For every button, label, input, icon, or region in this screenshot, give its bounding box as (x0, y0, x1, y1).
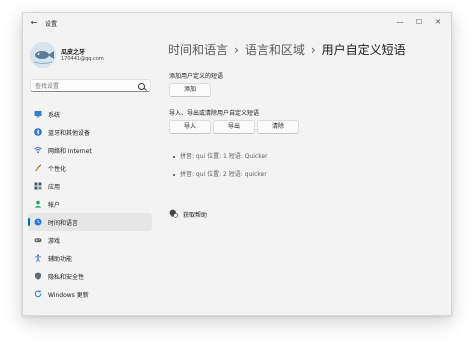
help-chat-icon (169, 209, 178, 218)
shield-icon (35, 272, 41, 280)
app-title: 设置 (45, 21, 58, 28)
add-phrase-section-title: 添加用户定义的短语 (169, 73, 224, 80)
wifi-icon (34, 147, 42, 154)
settings-window: ← 设置 — ☐ ✕ 瓜皮之牙 170441@qq.com 系统 蓝牙和其他设备 (22, 12, 452, 316)
sidebar-item-windows-update[interactable]: Windows 更新 (28, 285, 152, 303)
sidebar-item-label: 时间和语言 (48, 220, 79, 227)
sidebar-item-label: 隐私和安全性 (48, 274, 85, 281)
apps-icon (34, 182, 42, 190)
avatar[interactable] (30, 42, 56, 68)
phrase-list-item[interactable]: 拼音: qui 位置: 2 短语: quicker (173, 169, 267, 178)
brush-icon (35, 164, 42, 172)
search-icon[interactable] (138, 83, 145, 90)
sidebar-nav: 系统 蓝牙和其他设备 网络和 Internet 个性化 应用 帐户 时间和语言 (28, 105, 152, 303)
sidebar-item-label: 系统 (48, 112, 61, 119)
phrase-text: 拼音: qui 位置: 2 短语: quicker (180, 171, 267, 178)
minimize-button[interactable]: — (393, 16, 407, 28)
fish-avatar-icon (30, 42, 56, 68)
sidebar-item-accounts[interactable]: 帐户 (28, 195, 152, 213)
breadcrumb-separator: › (310, 43, 316, 57)
import-export-section-title: 导入、导出或清除用户自定义短语 (169, 110, 260, 117)
breadcrumb-separator: › (234, 43, 239, 57)
page-title: 用户自定义短语 (321, 43, 406, 57)
sidebar-item-time-language[interactable]: 时间和语言 (28, 213, 152, 231)
back-button[interactable]: ← (29, 18, 39, 28)
maximize-button[interactable]: ☐ (412, 16, 426, 28)
add-phrase-button[interactable]: 添加 (169, 83, 211, 97)
sidebar-item-apps[interactable]: 应用 (28, 177, 152, 195)
sidebar-item-label: 个性化 (48, 166, 67, 173)
sidebar-item-bluetooth[interactable]: 蓝牙和其他设备 (28, 123, 152, 141)
search-box[interactable] (30, 79, 151, 92)
user-name: 瓜皮之牙 (61, 49, 86, 56)
clear-button[interactable]: 清除 (257, 120, 299, 134)
sidebar-item-label: 网络和 Internet (48, 148, 92, 155)
breadcrumb-item-language-region[interactable]: 语言和区域 (245, 43, 305, 57)
sidebar-item-network[interactable]: 网络和 Internet (28, 141, 152, 159)
sidebar-item-label: Windows 更新 (48, 292, 89, 299)
accessibility-icon (35, 254, 41, 262)
close-button[interactable]: ✕ (431, 16, 445, 28)
update-icon (34, 290, 42, 298)
gamepad-icon (34, 238, 42, 243)
get-help-label: 获取帮助 (183, 212, 208, 219)
sidebar-item-label: 应用 (48, 184, 61, 191)
sidebar-item-label: 辅助功能 (48, 256, 73, 263)
search-input[interactable] (35, 82, 135, 90)
sidebar-item-gaming[interactable]: 游戏 (28, 231, 152, 249)
clock-globe-icon (34, 218, 42, 226)
sidebar-item-privacy[interactable]: 隐私和安全性 (28, 267, 152, 285)
sidebar-item-system[interactable]: 系统 (28, 105, 152, 123)
phrase-text: 拼音: qui 位置: 1 短语: Quicker (180, 153, 268, 160)
phrase-list-item[interactable]: 拼音: qui 位置: 1 短语: Quicker (173, 151, 268, 160)
title-bar: ← 设置 — ☐ ✕ (23, 13, 451, 33)
sidebar-item-accessibility[interactable]: 辅助功能 (28, 249, 152, 267)
export-button[interactable]: 导出 (213, 120, 255, 134)
import-button[interactable]: 导入 (169, 120, 211, 134)
breadcrumb: 时间和语言 › 语言和区域 › 用户自定义短语 (168, 41, 406, 58)
sidebar-item-label: 蓝牙和其他设备 (48, 130, 91, 137)
bullet-icon (173, 173, 175, 176)
sidebar-item-label: 游戏 (48, 238, 61, 245)
sidebar-item-personalization[interactable]: 个性化 (28, 159, 152, 177)
monitor-icon (34, 111, 42, 118)
bluetooth-icon (34, 128, 42, 136)
sidebar-item-label: 帐户 (48, 202, 61, 209)
breadcrumb-item-time-language[interactable]: 时间和语言 (168, 43, 228, 57)
bullet-icon (173, 155, 175, 158)
account-icon (34, 200, 42, 208)
user-email: 170441@qq.com (61, 56, 104, 62)
